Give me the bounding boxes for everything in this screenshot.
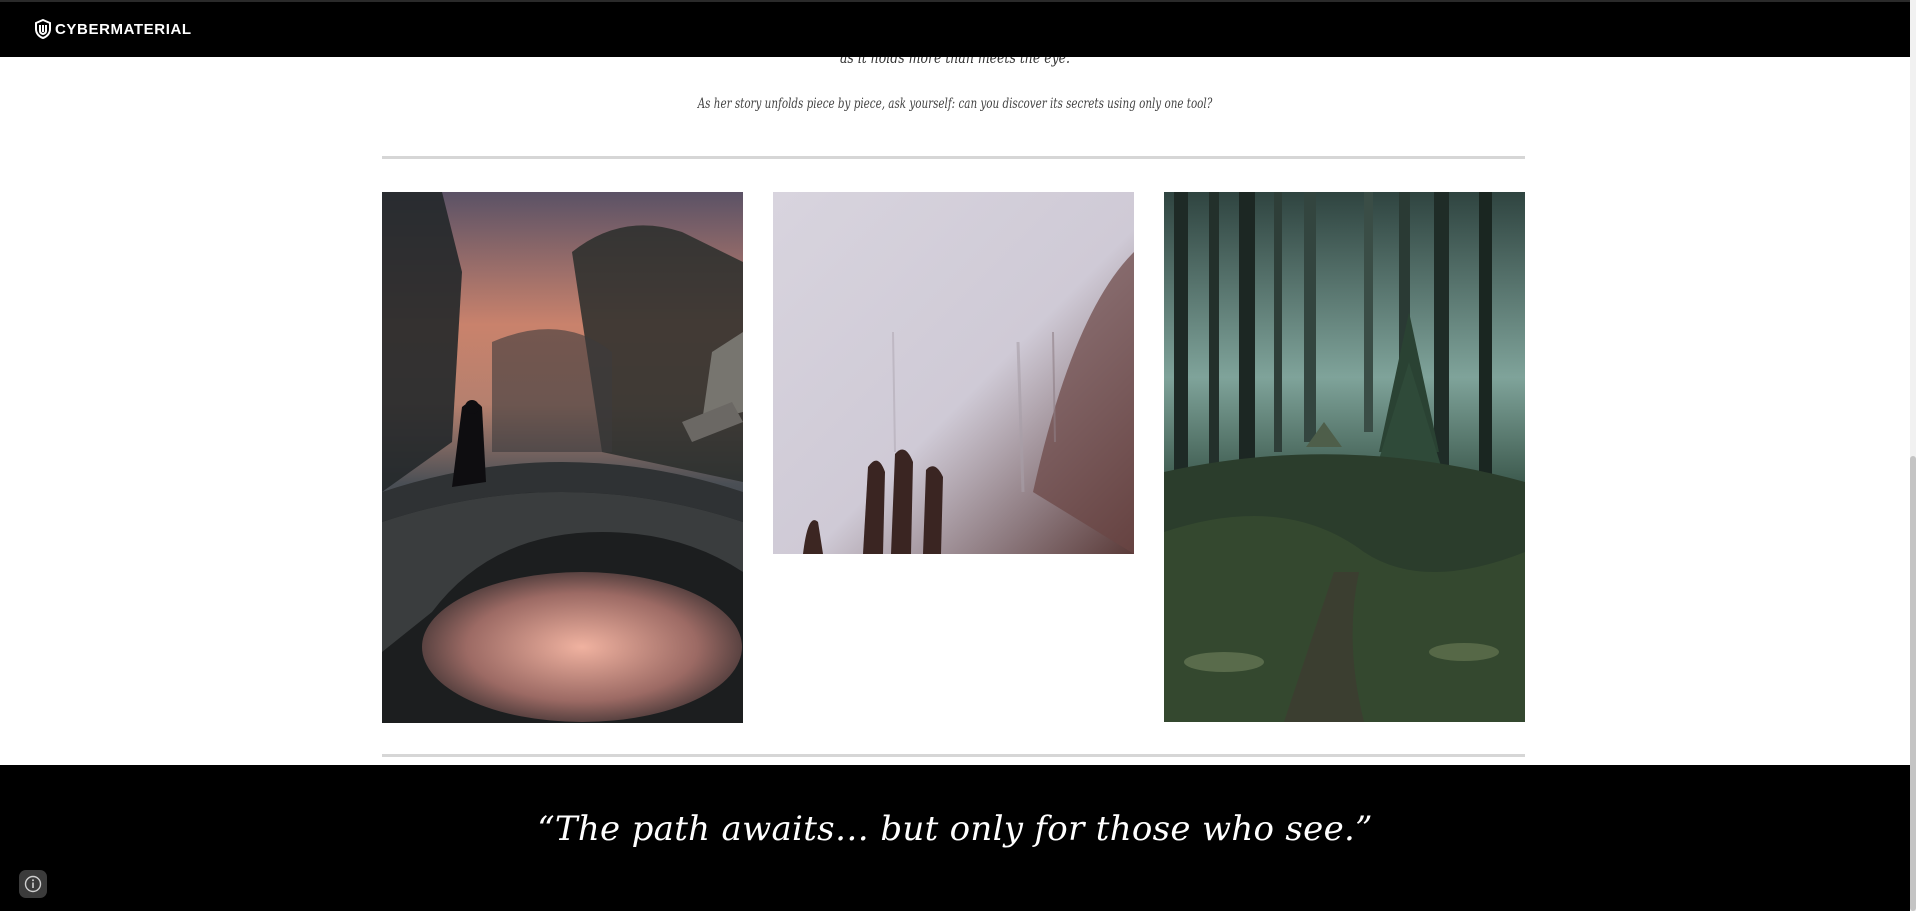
- forest-image[interactable]: [1164, 192, 1525, 722]
- shield-logo-icon: [35, 19, 51, 39]
- intro-line-2: As her story unfolds piece by piece, ask…: [697, 96, 1213, 112]
- divider-bottom: [382, 754, 1525, 757]
- scrollbar-track[interactable]: [1910, 0, 1916, 911]
- brand-name: CYBERMATERIAL: [55, 20, 192, 38]
- scrollbar-thumb[interactable]: [1910, 456, 1916, 911]
- info-icon: [24, 875, 42, 893]
- page: CYBERMATERIAL as it holds more than meet…: [0, 0, 1916, 911]
- info-button[interactable]: [19, 870, 47, 898]
- frosted-glass-image[interactable]: [773, 192, 1134, 554]
- footer-banner: “The path awaits… but only for those who…: [0, 765, 1910, 911]
- top-navigation-bar: CYBERMATERIAL: [0, 0, 1910, 57]
- bridge-image[interactable]: [382, 192, 743, 723]
- brand-logo[interactable]: CYBERMATERIAL: [34, 19, 192, 39]
- footer-quote: “The path awaits… but only for those who…: [537, 809, 1373, 849]
- divider-top: [382, 156, 1525, 159]
